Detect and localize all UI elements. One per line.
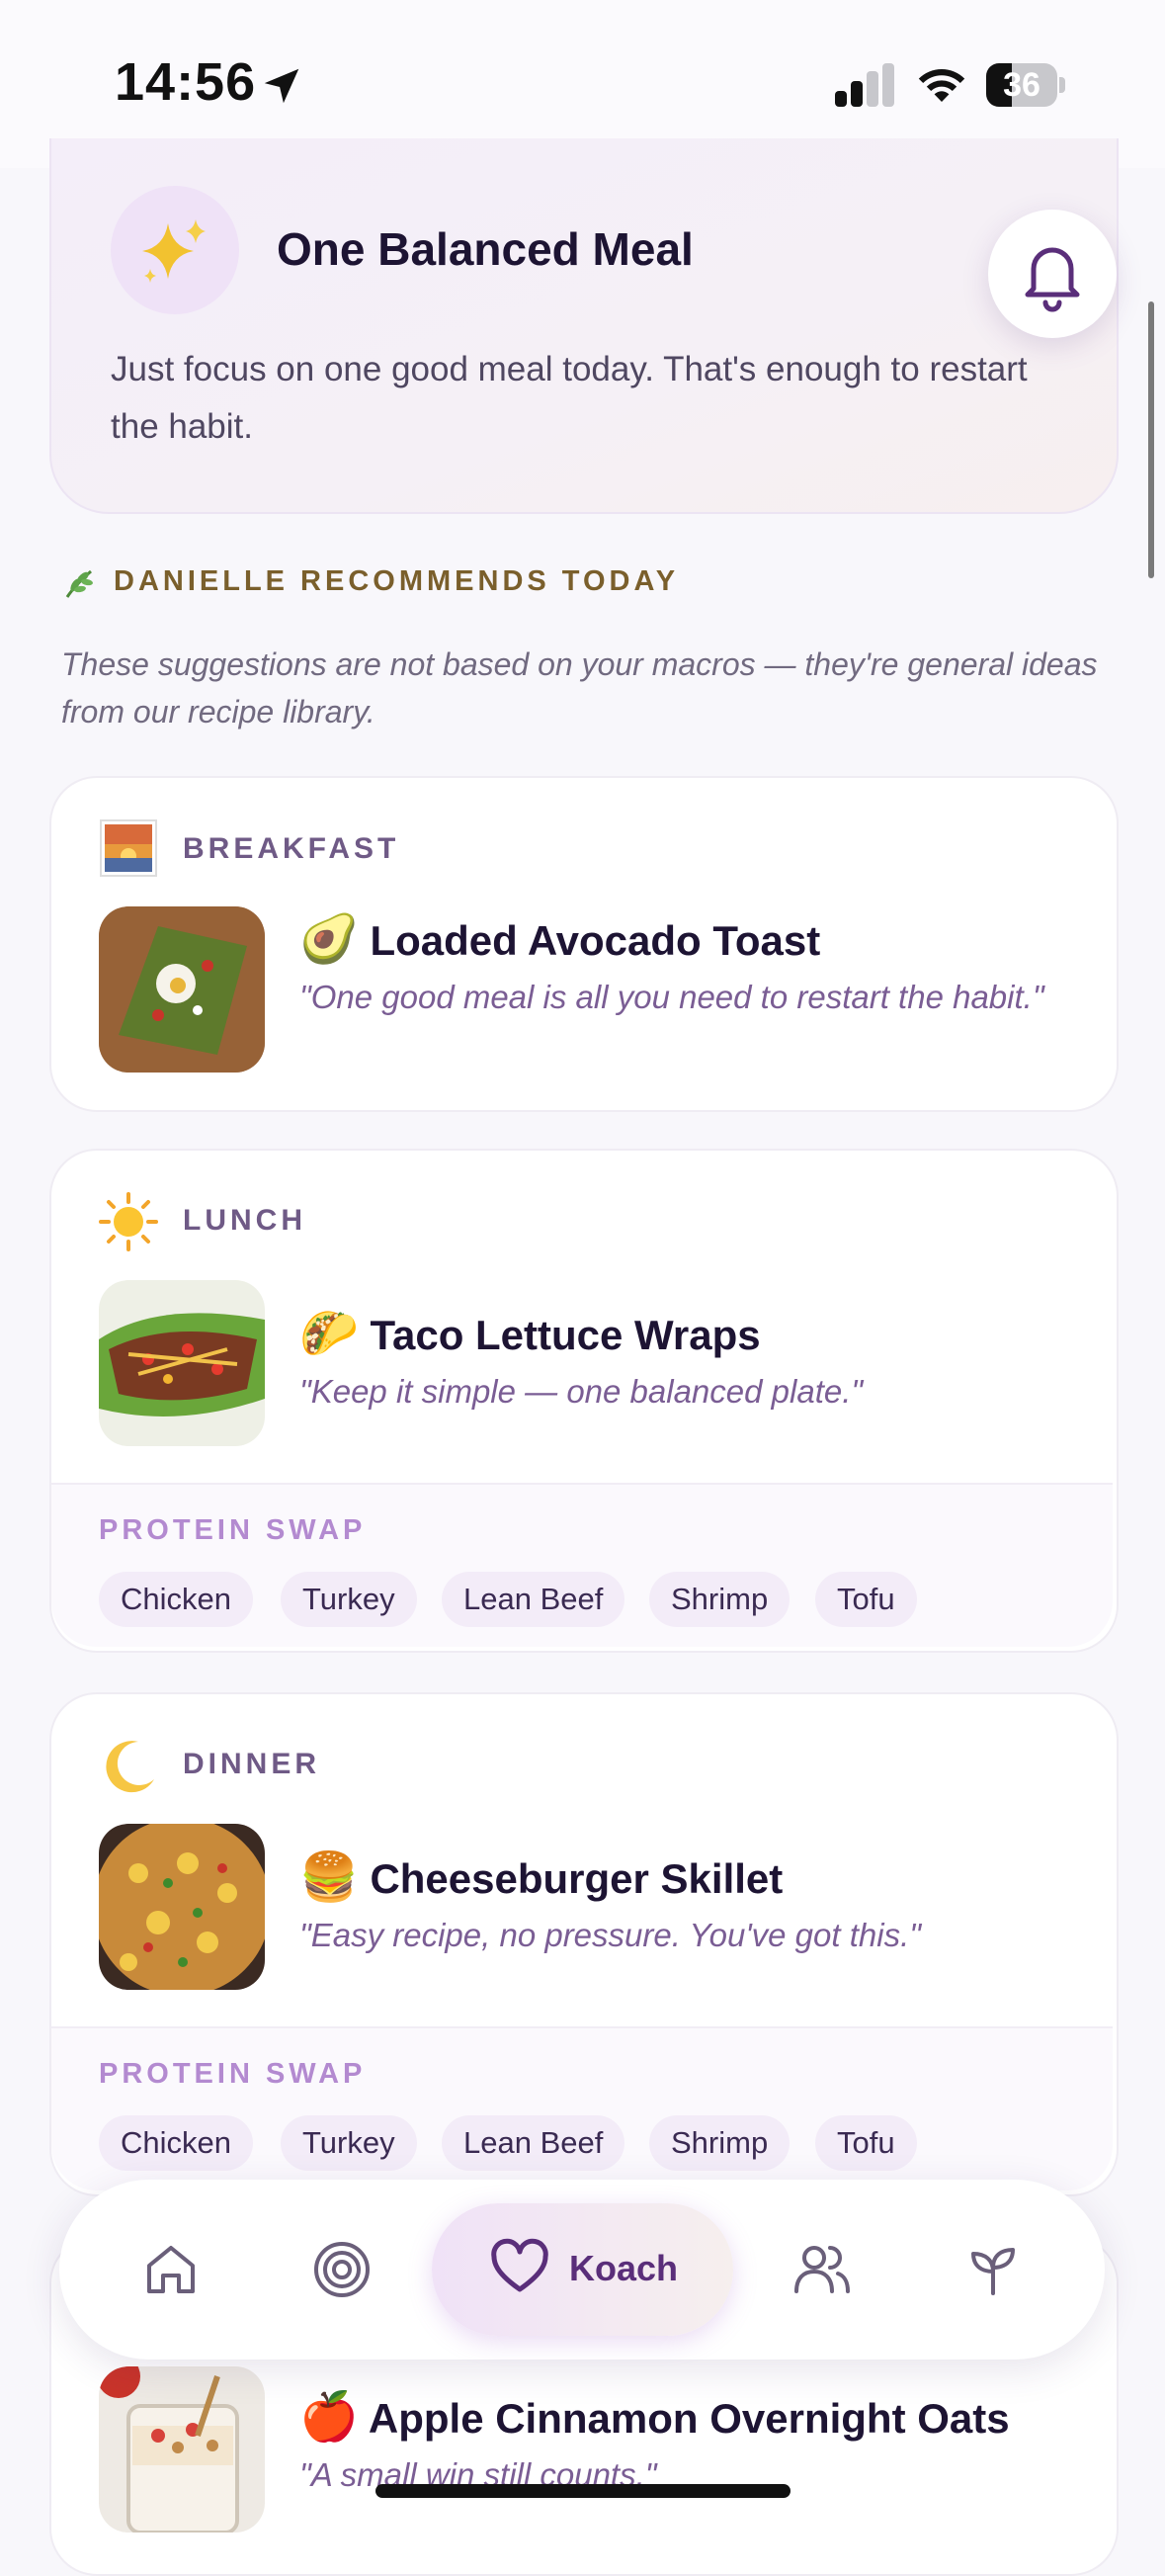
scrollbar[interactable] xyxy=(1148,301,1154,578)
battery-percent: 36 xyxy=(1003,66,1040,104)
bell-icon xyxy=(1025,247,1080,312)
sprout-icon[interactable] xyxy=(961,2238,1025,2301)
protein-chip[interactable]: Shrimp xyxy=(649,1572,791,1627)
protein-chip[interactable]: Lean Beef xyxy=(442,2115,625,2171)
location-arrow-icon xyxy=(264,68,299,104)
notifications-button[interactable] xyxy=(988,210,1117,338)
recipe-quote: "Easy recipe, no pressure. You've got th… xyxy=(299,1917,921,1953)
heart-icon xyxy=(491,2238,548,2292)
protein-chip[interactable]: Shrimp xyxy=(649,2115,791,2171)
recipe-image[interactable] xyxy=(99,2366,265,2533)
recipe-title[interactable]: 🍔 Cheeseburger Skillet xyxy=(299,1850,783,1906)
recipe-title-text: Apple Cinnamon Overnight Oats xyxy=(368,2395,1010,2442)
tab-koach-label: Koach xyxy=(569,2248,679,2288)
cellular-signal-icon xyxy=(835,63,894,107)
burger-icon: 🍔 xyxy=(299,1851,359,1904)
recipe-title-text: Loaded Avocado Toast xyxy=(370,917,821,964)
recipe-quote: "Keep it simple — one balanced plate." xyxy=(299,1373,864,1410)
recipe-title[interactable]: 🍎 Apple Cinnamon Overnight Oats xyxy=(299,2390,1010,2446)
recipe-title[interactable]: 🥑 Loaded Avocado Toast xyxy=(299,912,820,968)
protein-chip[interactable]: Tofu xyxy=(815,1572,917,1627)
divider xyxy=(51,1483,1113,1485)
meal-label: BREAKFAST xyxy=(183,832,400,865)
battery-indicator: 36 xyxy=(986,63,1065,107)
target-icon[interactable] xyxy=(310,2238,374,2301)
community-icon[interactable] xyxy=(791,2238,854,2301)
protein-chip[interactable]: Lean Beef xyxy=(442,1572,625,1627)
recipe-title-text: Taco Lettuce Wraps xyxy=(370,1312,761,1358)
protein-swap-label: PROTEIN SWAP xyxy=(99,1514,367,1546)
meal-label: DINNER xyxy=(183,1748,321,1780)
apple-icon: 🍎 xyxy=(299,2391,359,2444)
protein-chip[interactable]: Chicken xyxy=(99,2115,253,2171)
recommendations-heading: DANIELLE RECOMMENDS TODAY xyxy=(114,565,680,597)
focus-title: One Balanced Meal xyxy=(277,223,694,275)
protein-swap-label: PROTEIN SWAP xyxy=(99,2058,367,2090)
meal-label: LUNCH xyxy=(183,1204,306,1237)
recipe-image[interactable] xyxy=(99,1280,265,1446)
herb-icon xyxy=(65,569,93,598)
recipe-image[interactable] xyxy=(99,1824,265,1990)
protein-chip[interactable]: Tofu xyxy=(815,2115,917,2171)
sunrise-icon xyxy=(100,819,157,877)
sun-icon xyxy=(99,1192,158,1251)
recommendations-disclaimer: These suggestions are not based on your … xyxy=(61,646,1098,730)
wifi-icon xyxy=(918,68,965,102)
focus-description: Just focus on one good meal today. That'… xyxy=(111,350,1028,446)
home-indicator[interactable] xyxy=(375,2484,791,2498)
sparkles-icon xyxy=(111,186,239,314)
status-time: 14:56 xyxy=(115,52,257,112)
protein-chip[interactable]: Turkey xyxy=(281,1572,417,1627)
avocado-icon: 🥑 xyxy=(299,913,359,966)
recipe-quote: "One good meal is all you need to restar… xyxy=(299,979,1044,1015)
recipe-title-text: Cheeseburger Skillet xyxy=(370,1855,784,1902)
taco-icon: 🌮 xyxy=(299,1308,359,1360)
recipe-title[interactable]: 🌮 Taco Lettuce Wraps xyxy=(299,1307,761,1362)
protein-chip[interactable]: Chicken xyxy=(99,1572,253,1627)
recipe-image[interactable] xyxy=(99,906,265,1073)
divider xyxy=(51,2026,1113,2028)
home-icon[interactable] xyxy=(139,2238,203,2301)
moon-icon xyxy=(106,1741,154,1793)
protein-chip[interactable]: Turkey xyxy=(281,2115,417,2171)
